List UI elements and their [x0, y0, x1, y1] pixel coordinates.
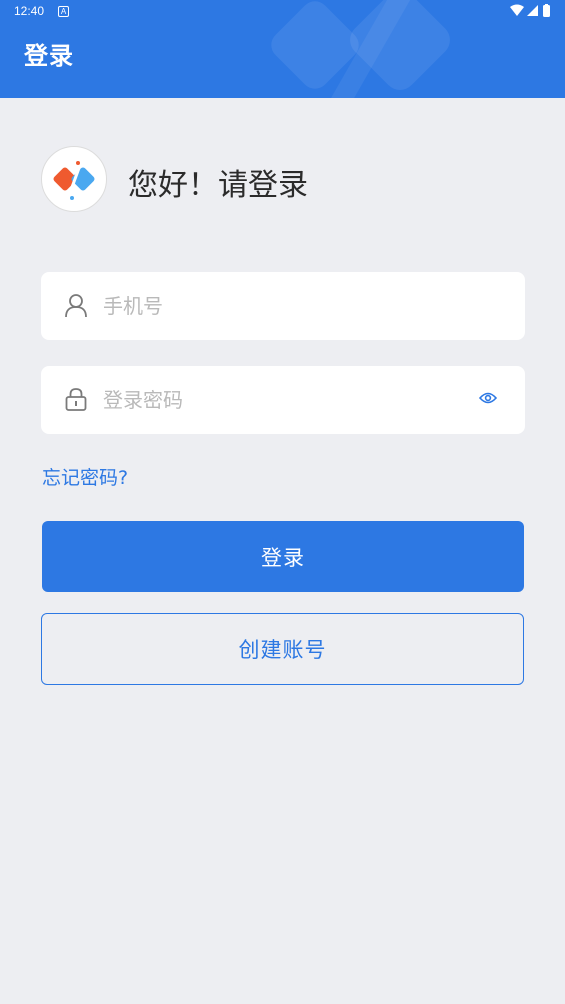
create-account-button[interactable]: 创建账号 — [41, 613, 524, 685]
phone-field[interactable] — [41, 272, 525, 340]
phone-input[interactable] — [103, 286, 463, 326]
eye-icon[interactable] — [479, 391, 497, 405]
person-icon — [65, 294, 87, 318]
logo-icon — [53, 159, 95, 200]
status-time: 12:40 — [14, 4, 45, 18]
password-field[interactable] — [41, 366, 525, 434]
status-icons — [509, 4, 553, 21]
notification-icon: A — [58, 6, 69, 17]
login-button[interactable]: 登录 — [42, 521, 524, 592]
forgot-password-link[interactable]: 忘记密码? — [42, 463, 128, 490]
app-logo — [41, 146, 107, 212]
app-header: 12:40 A 登录 — [0, 0, 565, 98]
wifi-signal-battery-icon — [510, 4, 550, 17]
lock-icon — [65, 388, 87, 411]
greeting-text: 您好！请登录 — [128, 168, 308, 203]
password-input[interactable] — [103, 380, 463, 420]
status-bar: 12:40 A — [0, 0, 565, 24]
greeting-section: 您好！请登录 — [41, 146, 441, 212]
page-title: 登录 — [24, 42, 74, 70]
